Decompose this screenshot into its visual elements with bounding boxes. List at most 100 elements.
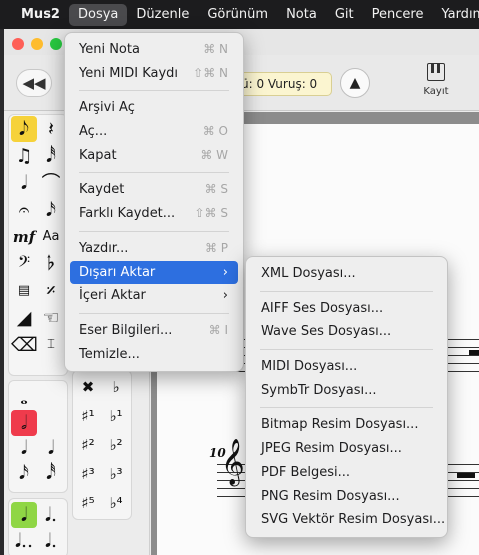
palette-accidental-4-0[interactable]: ♯⁵	[75, 490, 101, 516]
menu-item-label: Farklı Kaydet...	[79, 206, 176, 222]
menu-item-shortcut: ⌘ S	[204, 182, 228, 197]
palette-accidental-3-1[interactable]: ♭³	[103, 461, 129, 487]
menu-item-label: Temizle...	[79, 346, 140, 362]
palette-tool-1-1[interactable]: 𝅘𝅥𝅰	[38, 143, 64, 169]
menu-view[interactable]: Görünüm	[198, 4, 277, 26]
palette-tool-1-0[interactable]: ♫	[11, 143, 37, 169]
palette-tool-7-1[interactable]: ☜	[38, 305, 64, 331]
menu-item-label: Yazdır...	[79, 240, 129, 256]
palette-dotted-eighth[interactable]: 𝅘𝅥.	[38, 502, 64, 528]
palette-tool-7-0[interactable]: ◢	[11, 305, 37, 331]
metronome-icon: ▲	[349, 75, 361, 91]
export-submenu: XML Dosyası... AIFF Ses Dosyası... Wave Se…	[245, 256, 448, 538]
palette-tool-8-1[interactable]: ⌶	[38, 332, 64, 358]
file-menu-item[interactable]: Aç... ⌘ O	[70, 120, 238, 144]
zoom-window-button[interactable]	[50, 38, 62, 50]
menu-window[interactable]: Pencere	[363, 4, 433, 26]
menu-help[interactable]: Yardım	[432, 4, 479, 26]
metronome-button[interactable]: ▲	[340, 68, 370, 98]
menu-item-label: Aç...	[79, 124, 108, 140]
palette-accidental-1-1[interactable]: ♭¹	[103, 403, 129, 429]
file-menu: Yeni Nota ⌘ N Yeni MIDI Kaydı ⇧⌘ N Arşivi Aç…	[64, 32, 244, 373]
export-menu-item[interactable]: SymbTr Dosyası...	[251, 379, 442, 403]
palette-tool-6-1[interactable]: 𝄎	[38, 278, 64, 304]
palette-tool-4-1[interactable]: Aa	[38, 224, 64, 250]
palette-accidental-2-1[interactable]: ♭²	[103, 432, 129, 458]
menu-go[interactable]: Git	[326, 4, 363, 26]
palette-dotted-note[interactable]: 𝅘𝅥	[11, 502, 37, 528]
record-label: Kayıt	[423, 86, 449, 97]
file-menu-item[interactable]: Dışarı Aktar ›	[70, 260, 238, 285]
menu-app-name[interactable]: Mus2	[12, 4, 69, 26]
file-menu-item[interactable]: Kapat ⌘ W	[70, 144, 238, 168]
palette-tool-2-0[interactable]: 𝅘𝅥	[11, 170, 37, 196]
close-window-button[interactable]	[12, 38, 24, 50]
menu-item-label: Yeni Nota	[79, 42, 140, 57]
palette-accidental-4-1[interactable]: ♭⁴	[103, 490, 129, 516]
palette-tool-3-0[interactable]: 𝄐	[11, 197, 37, 223]
export-menu-item[interactable]: AIFF Ses Dosyası...	[251, 297, 442, 321]
palette-tool-3-1[interactable]: 𝅘𝅥𝅯	[38, 197, 64, 223]
export-menu-item[interactable]: MIDI Dosyası...	[251, 355, 442, 379]
palette-half-note[interactable]: 𝅗𝅥	[11, 410, 37, 436]
menu-item-shortcut: ⌘ W	[200, 147, 228, 162]
menu-item-label: Kaydet	[79, 182, 125, 198]
whole-rest-upper	[469, 350, 479, 355]
palette-tool-5-1[interactable]: 𝄬	[38, 251, 64, 277]
palette-quarter-note[interactable]: 𝅘𝅥	[11, 435, 37, 461]
treble-clef-icon: 𝄞	[221, 439, 245, 485]
palette-accidental-2-0[interactable]: ♯²	[75, 432, 101, 458]
export-menu-item[interactable]: SVG Vektör Resim Dosyası...	[251, 508, 445, 532]
palette-whole-note[interactable]: 𝅝	[11, 385, 37, 411]
file-menu-item[interactable]: Yazdır... ⌘ P	[70, 237, 238, 261]
palette-accidental-1-0[interactable]: ♯¹	[75, 403, 101, 429]
palette-thirtysecond-note[interactable]: 𝅘𝅥𝅰	[38, 460, 64, 486]
palette-triple-dotted[interactable]: 𝅘𝅥.	[38, 528, 64, 554]
menu-item-shortcut: ⌘ P	[204, 240, 228, 255]
palette-tool-6-0[interactable]: ▤	[11, 278, 37, 304]
file-menu-item[interactable]: Kaydet ⌘ S	[70, 178, 238, 202]
palette-accidental-0-0[interactable]: ✖	[75, 374, 101, 400]
palette-tool-8-0[interactable]: ⌫	[11, 332, 37, 358]
file-menu-item[interactable]: Temizle...	[70, 343, 238, 367]
minimize-window-button[interactable]	[31, 38, 43, 50]
menu-separator	[260, 290, 433, 292]
file-menu-item[interactable]: Arşivi Aç	[70, 96, 238, 120]
menu-item-shortcut: ⌘ O	[202, 124, 228, 139]
palette-tool-2-1[interactable]: ⌒	[38, 170, 64, 196]
export-menu-item[interactable]: XML Dosyası...	[251, 262, 442, 286]
palette-eighth-note[interactable]: 𝅘𝅥𝅯	[11, 460, 37, 486]
menu-separator	[79, 172, 229, 174]
export-menu-item[interactable]: Wave Ses Dosyası...	[251, 320, 442, 344]
menu-item-label: Kapat	[79, 147, 117, 163]
chevron-right-icon: ›	[222, 264, 228, 280]
file-menu-item[interactable]: Farklı Kaydet... ⇧⌘ S	[70, 202, 238, 226]
menu-bar: Mus2 Dosya Düzenle Görünüm Nota Git Penc…	[0, 0, 479, 29]
file-menu-item[interactable]: Eser Bilgileri... ⌘ I	[70, 319, 238, 343]
palette-sixteenth-note[interactable]: 𝅘𝅥	[38, 435, 64, 461]
palette-accidental-3-0[interactable]: ♯³	[75, 461, 101, 487]
export-menu-item[interactable]: JPEG Resim Dosyası...	[251, 437, 442, 461]
file-menu-item[interactable]: Yeni MIDI Kaydı ⇧⌘ N	[70, 62, 238, 86]
export-menu-item[interactable]: Bitmap Resim Dosyası...	[251, 413, 442, 437]
rewind-icon: ◀◀	[22, 74, 46, 92]
menu-file[interactable]: Dosya	[68, 3, 128, 26]
menu-item-shortcut: ⌘ I	[208, 322, 228, 337]
file-menu-item[interactable]: İçeri Aktar ›	[70, 284, 238, 308]
export-menu-item[interactable]: PNG Resim Dosyası...	[251, 485, 442, 509]
palette-double-dotted[interactable]: 𝅘𝅥..	[11, 528, 37, 554]
palette-tool-0-1[interactable]: 𝄽	[38, 116, 64, 142]
menu-item-shortcut: ⇧⌘ S	[194, 206, 229, 221]
file-menu-item[interactable]: Yeni Nota ⌘ N	[70, 38, 238, 62]
palette-accidental-0-1[interactable]: ♭	[103, 374, 129, 400]
menu-note[interactable]: Nota	[277, 4, 326, 26]
whole-rest-lower	[457, 473, 475, 478]
palette-tool-5-0[interactable]: 𝄢	[11, 251, 37, 277]
palette-tool-0-0[interactable]: 𝅘𝅥𝅮	[11, 116, 37, 142]
palette-tool-4-0[interactable]: mf	[11, 224, 37, 250]
menu-item-shortcut: ⌘ N	[203, 42, 228, 56]
export-menu-item[interactable]: PDF Belgesi...	[251, 461, 442, 485]
menu-edit[interactable]: Düzenle	[127, 4, 198, 26]
record-button[interactable]: Kayıt	[414, 63, 458, 107]
rewind-button[interactable]: ◀◀	[16, 69, 52, 97]
